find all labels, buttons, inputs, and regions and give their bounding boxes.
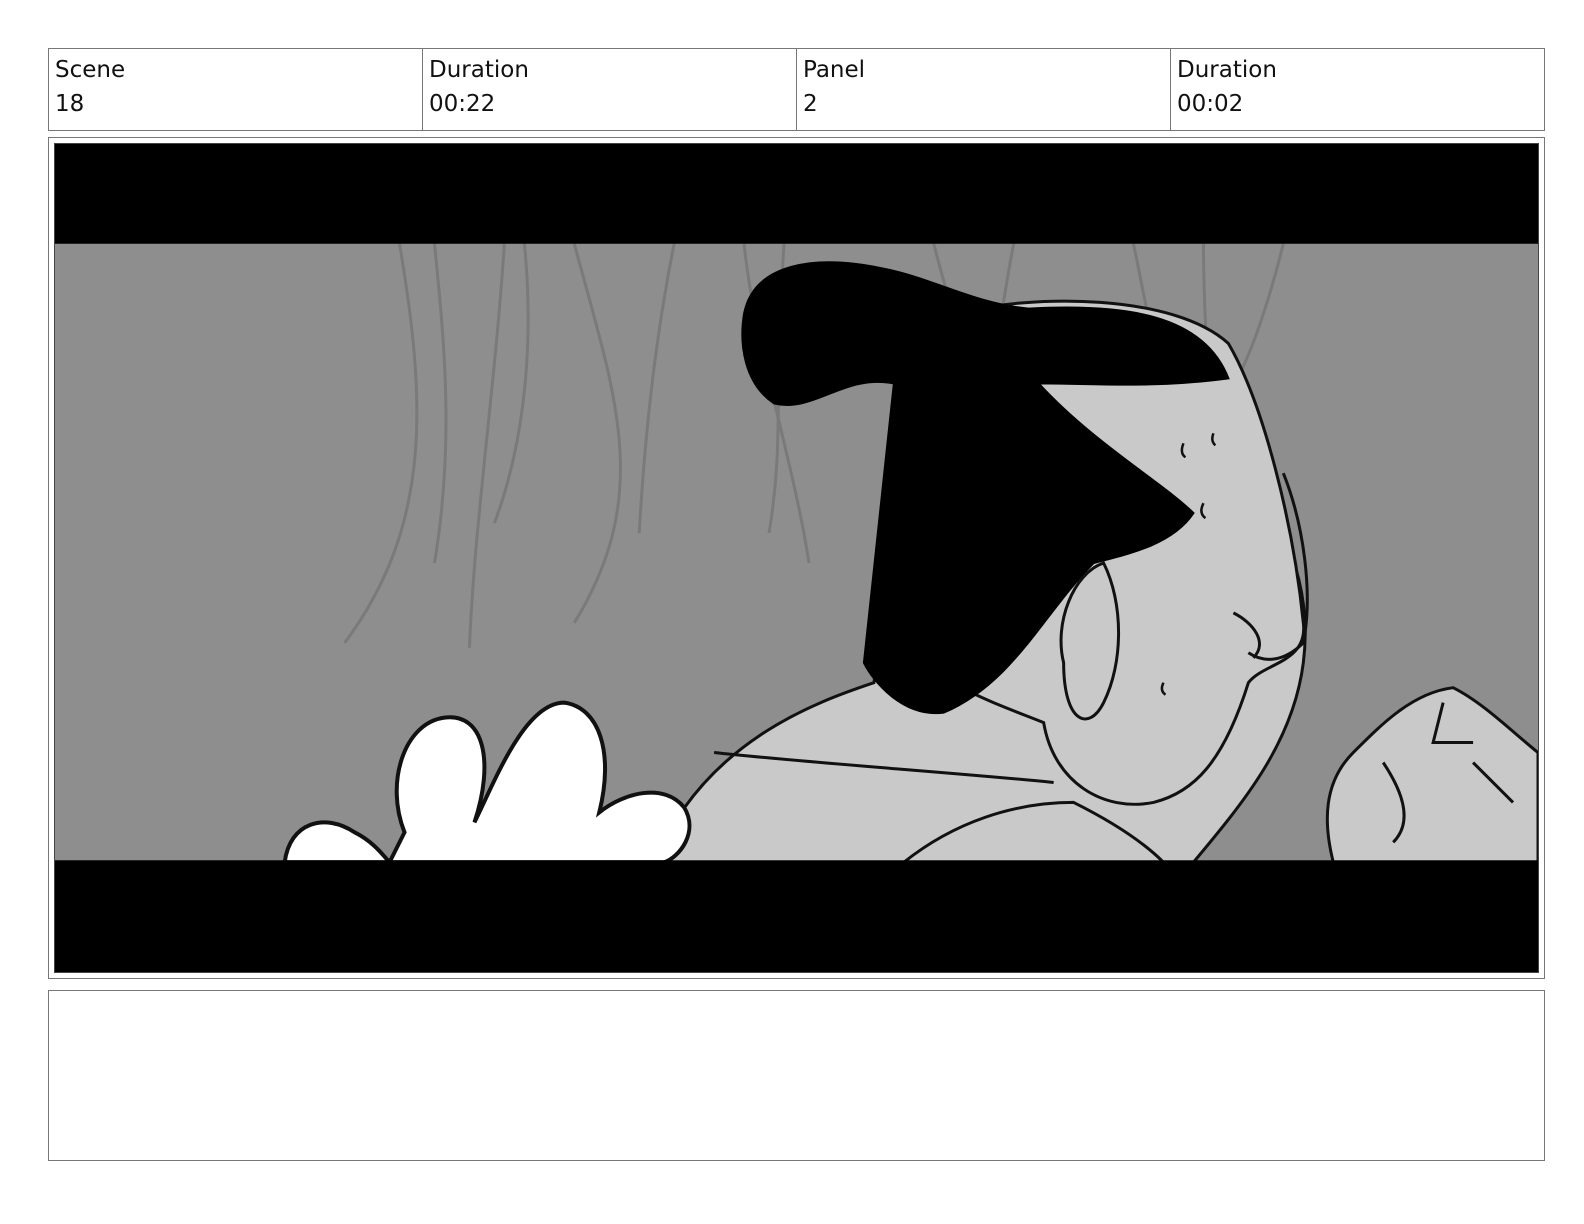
letterbox-bottom	[55, 860, 1538, 972]
panel-value: 2	[803, 91, 818, 117]
storyboard-header: Scene 18 Duration 00:22 Panel 2 Duration…	[48, 48, 1545, 131]
panel-cell: Panel 2	[797, 49, 1171, 130]
storyboard-panel-image	[54, 143, 1539, 973]
panel-duration-cell: Duration 00:02	[1171, 49, 1544, 130]
scene-cell: Scene 18	[49, 49, 423, 130]
panel-duration-value: 00:02	[1177, 91, 1244, 117]
storyboard-sketch	[55, 144, 1538, 972]
panel-notes-box[interactable]	[48, 990, 1545, 1161]
panel-duration-label: Duration	[1177, 57, 1277, 83]
scene-label: Scene	[55, 57, 126, 83]
panel-label: Panel	[803, 57, 866, 83]
panel-frame	[48, 137, 1545, 979]
scene-value: 18	[55, 91, 85, 117]
letterbox-top	[55, 144, 1538, 244]
scene-duration-label: Duration	[429, 57, 529, 83]
scene-duration-value: 00:22	[429, 91, 496, 117]
scene-duration-cell: Duration 00:22	[423, 49, 797, 130]
